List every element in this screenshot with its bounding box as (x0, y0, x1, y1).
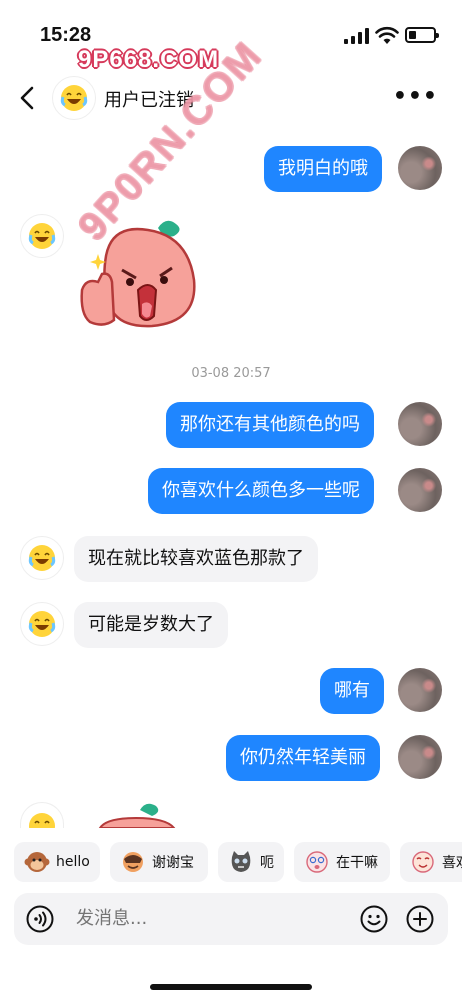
message-bubble-sent[interactable]: 那你还有其他颜色的吗 (166, 402, 374, 448)
battery-icon (405, 27, 439, 43)
contact-avatar[interactable] (20, 536, 64, 580)
status-time: 15:28 (40, 24, 92, 46)
my-avatar[interactable] (398, 735, 442, 779)
my-avatar[interactable] (398, 402, 442, 446)
cat-icon (231, 851, 251, 872)
quick-reply-chip[interactable]: 呃 (218, 842, 284, 882)
quick-reply-label: hello (56, 854, 90, 870)
quick-reply-bar: hello 谢谢宝 呃 在干嘛 喜欢 (0, 842, 462, 882)
message-bubble-sent[interactable]: 哪有 (320, 668, 384, 714)
voice-icon[interactable] (26, 905, 54, 933)
status-bar: 15:28 (0, 0, 462, 60)
quick-reply-chip[interactable]: hello (14, 842, 100, 882)
my-avatar[interactable] (398, 146, 442, 190)
emoji-smile-icon[interactable] (360, 905, 388, 933)
quick-reply-label: 呃 (260, 855, 274, 871)
message-bubble-received[interactable]: 可能是岁数大了 (74, 602, 228, 648)
my-avatar[interactable] (398, 468, 442, 512)
message-input[interactable] (76, 893, 336, 945)
plus-icon[interactable] (406, 905, 434, 933)
quick-reply-label: 喜欢 (442, 855, 462, 871)
monkey-icon (24, 852, 50, 872)
quick-reply-label: 谢谢宝 (152, 855, 194, 871)
contact-avatar[interactable] (20, 602, 64, 646)
chevron-left-icon[interactable] (16, 84, 40, 112)
message-bubble-sent[interactable]: 我明白的哦 (264, 146, 382, 192)
love-face-icon (412, 851, 434, 873)
contact-name: 用户已注销 (104, 90, 194, 111)
contact-avatar[interactable] (52, 76, 96, 120)
laughing-emoji-icon (28, 223, 56, 249)
wifi-icon (375, 26, 399, 44)
quick-reply-chip[interactable]: 谢谢宝 (110, 842, 208, 882)
message-bubble-sent[interactable]: 你仍然年轻美丽 (226, 735, 380, 781)
laughing-emoji-icon (28, 611, 56, 637)
message-bubble-received[interactable]: 现在就比较喜欢蓝色那款了 (74, 536, 318, 582)
chat-header: 用户已注销 ••• (0, 70, 462, 126)
message-input-bar (14, 893, 448, 945)
bow-emoji-icon (123, 852, 143, 872)
message-bubble-sent[interactable]: 你喜欢什么颜色多一些呢 (148, 468, 374, 514)
peach-thumbs-up-sticker[interactable] (76, 216, 200, 334)
message-timestamp: 03-08 20:57 (191, 366, 271, 381)
quick-reply-chip[interactable]: 在干嘛 (294, 842, 390, 882)
laughing-emoji-icon (28, 545, 56, 571)
quick-reply-chip[interactable]: 喜欢 (400, 842, 462, 882)
contact-avatar[interactable] (20, 214, 64, 258)
peach-sticker-partial[interactable] (96, 800, 176, 828)
my-avatar[interactable] (398, 668, 442, 712)
laughing-emoji-icon (60, 85, 88, 111)
more-dots-icon[interactable]: ••• (393, 84, 438, 109)
laughing-emoji-icon (29, 813, 55, 828)
dizzy-face-icon (306, 851, 328, 873)
home-indicator (150, 984, 312, 990)
contact-avatar[interactable] (20, 802, 64, 828)
cellular-signal-icon (344, 28, 369, 44)
quick-reply-label: 在干嘛 (336, 855, 378, 871)
